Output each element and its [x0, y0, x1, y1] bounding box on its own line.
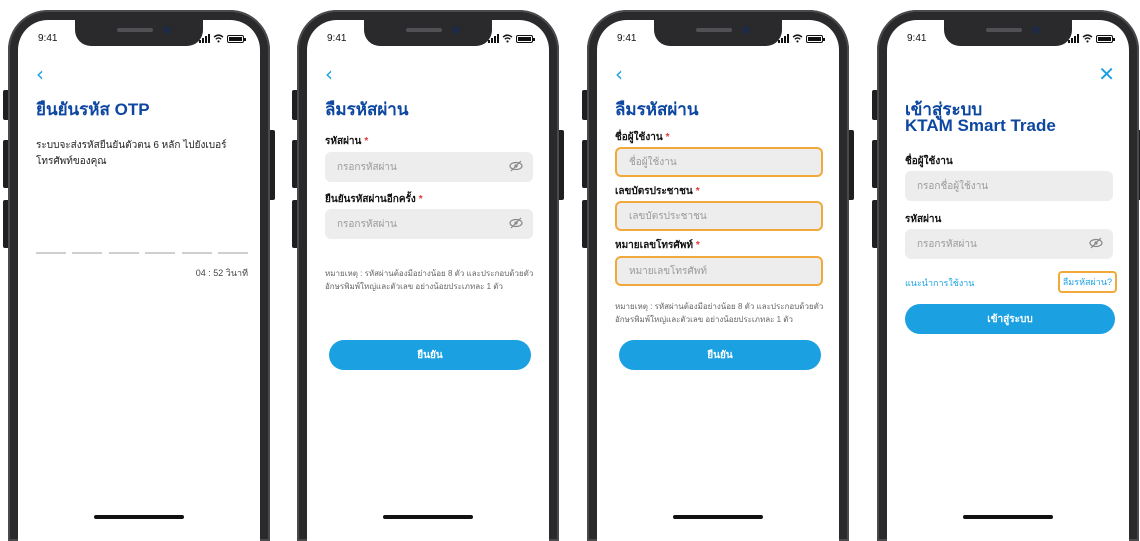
status-bar: 9:41 [38, 32, 246, 48]
status-bar: 9:41 [617, 32, 825, 48]
idcard-field[interactable]: เลขบัตรประชาชน [615, 201, 823, 231]
home-indicator [963, 515, 1053, 519]
home-indicator [383, 515, 473, 519]
idcard-label: เลขบัตรประชาชน * [615, 186, 700, 197]
battery-icon [1096, 35, 1115, 43]
status-bar: 9:41 [907, 32, 1115, 48]
eye-off-icon[interactable] [1089, 237, 1103, 249]
username-placeholder: ชื่อผู้ใช้งาน [629, 156, 677, 168]
password-rule-note: หมายเหตุ : รหัสผ่านต้องมีอย่างน้อย 8 ตัว… [615, 302, 824, 324]
idcard-placeholder: เลขบัตรประชาชน [629, 210, 707, 222]
screen-otp: 9:41 ‹ ยืนยันรหัส OTP ระบบจะส่งรหัสยืนยั… [18, 20, 260, 541]
username-placeholder: กรอกชื่อผู้ใช้งาน [917, 180, 989, 192]
otp-input[interactable] [36, 252, 248, 254]
wifi-icon [213, 34, 224, 43]
wifi-icon [502, 34, 513, 43]
new-password-field[interactable]: กรอกรหัสผ่าน [325, 152, 533, 182]
page-title: ยืนยันรหัส OTP [36, 100, 150, 119]
confirm-button[interactable]: ยืนยัน [329, 340, 531, 370]
username-field[interactable]: ชื่อผู้ใช้งาน [615, 147, 823, 177]
phone-frame-forgot-password: 9:41 ‹ ลืมรหัสผ่าน ชื่อผู้ใช้งาน * ชื่อผู… [582, 10, 854, 541]
otp-digit-slot[interactable] [145, 252, 176, 254]
username-field[interactable]: กรอกชื่อผู้ใช้งาน [905, 171, 1113, 201]
eye-off-icon[interactable] [509, 160, 523, 172]
forgot-password-link[interactable]: ลืมรหัสผ่าน? [1057, 271, 1117, 293]
password-placeholder: กรอกรหัสผ่าน [917, 238, 977, 250]
signal-icon [778, 34, 789, 43]
otp-digit-slot[interactable] [217, 252, 248, 254]
password-field[interactable]: กรอกรหัสผ่าน [905, 229, 1113, 259]
phone-frame-otp: 9:41 ‹ ยืนยันรหัส OTP ระบบจะส่งรหัสยืนยั… [3, 10, 275, 541]
confirm-button[interactable]: ยืนยัน [619, 340, 821, 370]
otp-digit-slot[interactable] [108, 252, 139, 254]
phone-frame-reset-password: 9:41 ‹ ลืมรหัสผ่าน รหัสผ่าน * กรอกรหัสผ่า… [292, 10, 564, 541]
back-chevron-icon[interactable]: ‹ [615, 64, 623, 84]
status-time: 9:41 [617, 33, 637, 44]
password-label: รหัสผ่าน [905, 214, 942, 225]
screen-forgot-password: 9:41 ‹ ลืมรหัสผ่าน ชื่อผู้ใช้งาน * ชื่อผู… [597, 20, 839, 541]
home-indicator [673, 515, 763, 519]
close-icon[interactable]: ✕ [1098, 64, 1115, 84]
confirm-password-field[interactable]: กรอกรหัสผ่าน [325, 209, 533, 239]
app-name: KTAM Smart Trade [905, 116, 1056, 135]
new-password-placeholder: กรอกรหัสผ่าน [337, 161, 397, 173]
confirm-password-placeholder: กรอกรหัสผ่าน [337, 218, 397, 230]
confirm-password-label: ยืนยันรหัสผ่านอีกครั้ง * [325, 194, 423, 205]
page-title: ลืมรหัสผ่าน [325, 100, 409, 119]
status-time: 9:41 [907, 33, 927, 44]
username-label: ชื่อผู้ใช้งาน * [615, 132, 670, 143]
password-label: รหัสผ่าน * [325, 136, 369, 147]
page-title: ลืมรหัสผ่าน [615, 100, 699, 119]
battery-icon [806, 35, 825, 43]
wifi-icon [792, 34, 803, 43]
status-time: 9:41 [327, 33, 347, 44]
eye-off-icon[interactable] [509, 217, 523, 229]
otp-description: ระบบจะส่งรหัสยืนยันตัวตน 6 หลัก ไปยังเบอ… [36, 140, 227, 167]
guide-link[interactable]: แนะนำการใช้งาน [905, 276, 974, 290]
signal-icon [488, 34, 499, 43]
phone-field[interactable]: หมายเลขโทรศัพท์ [615, 256, 823, 286]
back-chevron-icon[interactable]: ‹ [36, 64, 44, 84]
screen-login: 9:41 ✕ เข้าสู่ระบบ KTAM Smart Trade ชื่อ… [887, 20, 1129, 541]
password-rule-note: หมายเหตุ : รหัสผ่านต้องมีอย่างน้อย 8 ตัว… [325, 269, 534, 291]
home-indicator [94, 515, 184, 519]
phone-label: หมายเลขโทรศัพท์ * [615, 240, 700, 251]
phone-placeholder: หมายเลขโทรศัพท์ [629, 265, 707, 277]
wifi-icon [1082, 34, 1093, 43]
battery-icon [227, 35, 246, 43]
otp-timer: 04 : 52 วินาที [195, 268, 248, 278]
screen-reset-password: 9:41 ‹ ลืมรหัสผ่าน รหัสผ่าน * กรอกรหัสผ่า… [307, 20, 549, 541]
phone-frame-login: 9:41 ✕ เข้าสู่ระบบ KTAM Smart Trade ชื่อ… [872, 10, 1140, 541]
login-button[interactable]: เข้าสู่ระบบ [905, 304, 1115, 334]
otp-digit-slot[interactable] [72, 252, 103, 254]
status-time: 9:41 [38, 33, 58, 44]
otp-digit-slot[interactable] [181, 252, 212, 254]
signal-icon [1068, 34, 1079, 43]
username-label: ชื่อผู้ใช้งาน [905, 156, 953, 167]
battery-icon [516, 35, 535, 43]
signal-icon [199, 34, 210, 43]
otp-digit-slot[interactable] [36, 252, 66, 254]
status-bar: 9:41 [327, 32, 535, 48]
back-chevron-icon[interactable]: ‹ [325, 64, 333, 84]
